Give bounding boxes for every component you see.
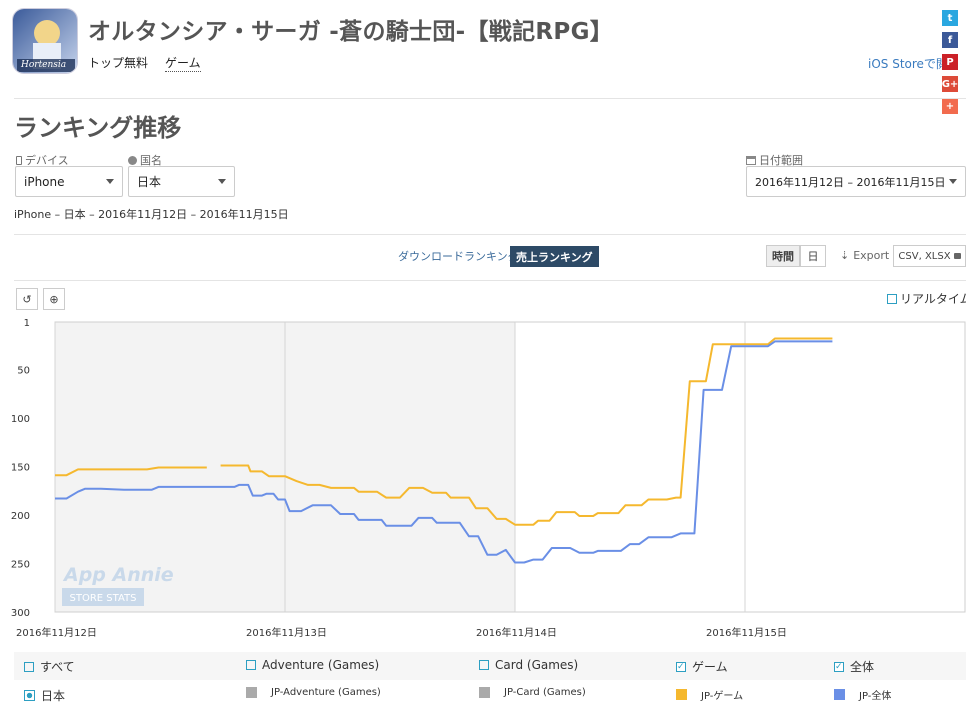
y-tick-label: 150	[11, 463, 30, 474]
y-tick-label: 250	[11, 560, 30, 571]
app-icon: Hortensia	[12, 8, 78, 74]
section-title: ランキング推移	[14, 114, 182, 142]
divider	[14, 98, 966, 99]
device-icon	[16, 155, 22, 165]
y-tick-label: 300	[11, 608, 30, 619]
weekend-shading	[285, 322, 515, 612]
legend-filter-item[interactable]: ✓ ゲーム	[676, 658, 728, 675]
more-share-icon[interactable]: +	[942, 98, 958, 114]
series-swatch	[479, 687, 490, 698]
legend-series-item[interactable]: JP-Adventure (Games)	[246, 687, 381, 698]
csv-xlsx-button[interactable]: CSV, XLSX	[893, 245, 966, 267]
series-swatch	[246, 687, 257, 698]
watermark-sub: STORE STATS	[70, 593, 137, 604]
facebook-share-icon[interactable]: f	[942, 32, 958, 48]
legend-series-label: JP-全体	[859, 691, 892, 702]
legend-series-row: 日本 JP-Adventure (Games) JP-Card (Games) JP-…	[14, 681, 966, 709]
y-tick-label: 200	[11, 511, 30, 522]
checkbox-icon	[887, 293, 897, 304]
download-icon: ⇣	[840, 249, 850, 262]
y-tick-label: 100	[11, 414, 30, 425]
legend-filter-item[interactable]: ✓ 全体	[834, 658, 874, 675]
filter-summary: iPhone – 日本 – 2016年11月12日 – 2016年11月15日	[14, 208, 289, 221]
x-tick-label: 2016年11月15日	[706, 626, 787, 639]
legend-filter-item[interactable]: すべて	[24, 658, 75, 675]
hour-button[interactable]: 時間	[766, 245, 800, 267]
checkbox-icon	[246, 660, 256, 670]
divider	[14, 280, 966, 281]
legend-filter-item[interactable]: Adventure (Games)	[246, 658, 379, 672]
ranking-chart: 2016年11月12日 2016年11月13日 2016年11月14日 2016年11…	[11, 318, 966, 639]
y-tick-label: 50	[17, 366, 30, 377]
legend-series-label: JP-ゲーム	[701, 691, 744, 702]
legend-series-label: JP-Adventure (Games)	[271, 687, 381, 698]
watermark-logo: App Annie	[62, 564, 174, 586]
x-tick-label: 2016年11月13日	[246, 626, 327, 639]
zoom-button[interactable]: ⊕	[43, 288, 65, 310]
date-range-select[interactable]: 2016年11月12日 – 2016年11月15日	[746, 166, 966, 197]
checkbox-icon	[24, 661, 34, 672]
app-icon-logo-text: Hortensia	[21, 60, 67, 70]
undo-icon: ↺	[22, 292, 32, 306]
checkbox-icon	[479, 660, 489, 670]
legend-series-label: JP-Card (Games)	[504, 687, 586, 698]
series-swatch	[834, 689, 845, 700]
legend-filter-label: 全体	[850, 660, 875, 674]
legend-series-item[interactable]: JP-ゲーム	[676, 687, 743, 702]
category-top-free: トップ無料	[88, 56, 149, 70]
legend-filter-label: ゲーム	[692, 660, 728, 674]
sales-ranking-tab[interactable]: 売上ランキング	[510, 246, 599, 267]
legend-filter-label: すべて	[40, 660, 75, 674]
divider	[14, 234, 966, 235]
checked-checkbox-icon: ✓	[834, 661, 844, 672]
export-button[interactable]: ⇣ Export	[840, 249, 889, 262]
realtime-toggle[interactable]: リアルタイム	[887, 290, 966, 307]
series-swatch	[676, 689, 687, 700]
category-game-link[interactable]: ゲーム	[165, 54, 201, 72]
checked-checkbox-icon: ✓	[676, 661, 686, 672]
day-button[interactable]: 日	[800, 245, 826, 267]
lock-icon	[953, 253, 961, 259]
chevron-down-icon	[949, 179, 957, 184]
country-select[interactable]: 日本	[128, 166, 235, 197]
app-title: オルタンシア・サーガ -蒼の騎士団-【戦記RPG】	[88, 19, 614, 45]
legend-filter-row: すべて Adventure (Games) Card (Games) ✓ ゲーム ✓ 全体	[14, 652, 966, 680]
legend-filter-item[interactable]: Card (Games)	[479, 658, 578, 672]
legend-filter-label: Card (Games)	[495, 658, 579, 672]
legend-series-item[interactable]: JP-全体	[834, 687, 891, 702]
y-tick-label: 1	[24, 318, 30, 329]
radio-icon	[24, 690, 35, 701]
calendar-icon	[746, 155, 756, 165]
download-ranking-tab[interactable]: ダウンロードランキング	[398, 248, 519, 264]
twitter-share-icon[interactable]: t	[942, 10, 958, 26]
pinterest-share-icon[interactable]: P	[942, 54, 958, 70]
x-tick-label: 2016年11月14日	[476, 626, 557, 639]
reset-zoom-button[interactable]: ↺	[16, 288, 38, 310]
device-select[interactable]: iPhone	[15, 166, 123, 197]
googleplus-share-icon[interactable]: G+	[942, 76, 958, 92]
legend-series-label: 日本	[41, 689, 66, 703]
ios-store-link[interactable]: iOS Storeで閲	[868, 55, 948, 72]
chevron-down-icon	[106, 179, 114, 184]
legend-series-item[interactable]: 日本	[24, 687, 65, 704]
globe-icon	[128, 155, 137, 165]
legend-filter-label: Adventure (Games)	[262, 658, 380, 672]
legend-series-item[interactable]: JP-Card (Games)	[479, 687, 586, 698]
zoom-icon: ⊕	[49, 292, 59, 306]
x-tick-label: 2016年11月12日	[16, 626, 97, 639]
chevron-down-icon	[218, 179, 226, 184]
